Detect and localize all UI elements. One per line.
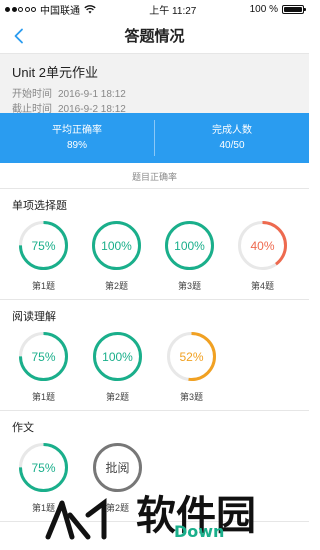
accuracy-value: 75% [31, 238, 56, 253]
end-time-value: 2016-9-2 18:12 [58, 104, 126, 115]
section-title: 阅读理解 [12, 311, 56, 323]
accuracy-value: 100% [102, 349, 133, 364]
accuracy-ring: 75% [17, 330, 70, 383]
accuracy-ring: 52% [165, 330, 218, 383]
nav-bar: 答题情况 [0, 18, 309, 54]
start-time-label: 开始时间 [12, 89, 52, 100]
assignment-info: Unit 2单元作业 开始时间 2016-9-1 18:12 截止时间 2016-9… [0, 54, 309, 115]
accuracy-ring: 40% [236, 219, 289, 272]
watermark: 软件园 Down [45, 493, 256, 541]
question-section: 阅读理解 75% 第1题 100% 第2题 52% 第3题 [0, 300, 309, 411]
accuracy-ring: 100% [91, 330, 144, 383]
carrier-text: 中国联通 [40, 5, 80, 17]
question-list: 75% 第1题 100% 第2题 100% 第3题 40% 第4题 [0, 219, 309, 292]
question-label: 第2题 [105, 392, 129, 402]
accuracy-value: 40% [250, 238, 275, 253]
completion-count-label: 完成人数 [212, 125, 252, 136]
page-title: 答题情况 [124, 28, 185, 45]
question-label: 第1题 [31, 392, 55, 402]
completion-count: 完成人数 40/50 [155, 123, 309, 153]
assignment-title: Unit 2单元作业 [12, 65, 98, 80]
status-left: 中国联通 [5, 2, 96, 17]
wifi-icon [84, 4, 96, 13]
question-item[interactable]: 40% 第4题 [236, 219, 309, 292]
watermark-sub: Down [174, 522, 224, 541]
average-accuracy-label: 平均正确率 [52, 125, 102, 136]
question-item[interactable]: 100% 第2题 [90, 219, 163, 292]
accuracy-ring: 100% [90, 219, 143, 272]
accuracy-ring: 100% [163, 219, 216, 272]
battery-icon [281, 4, 306, 14]
accuracy-value: 75% [31, 349, 56, 364]
status-bar: 中国联通 上午 11:27 100 % [0, 0, 309, 18]
average-accuracy: 平均正确率 89% [0, 123, 154, 153]
question-item[interactable]: 52% 第3题 [165, 330, 239, 403]
question-item[interactable]: 75% 第1题 [17, 330, 91, 403]
signal-icon [5, 6, 36, 12]
start-time-value: 2016-9-1 18:12 [58, 89, 126, 100]
question-list: 75% 第1题 100% 第2题 52% 第3题 [0, 330, 309, 403]
chevron-left-icon [14, 28, 23, 44]
start-time-row: 开始时间 2016-9-1 18:12 [12, 87, 297, 102]
question-sections: 单项选择题 75% 第1题 100% 第2题 100% 第3题 40% 第4题阅读理解 75% 第1… [0, 189, 309, 522]
question-label: 第2题 [104, 281, 128, 291]
completion-count-value: 40/50 [219, 140, 245, 151]
battery-text: 100 % [249, 3, 278, 15]
accuracy-value: 100% [174, 238, 205, 253]
summary-bar: 平均正确率 89% 完成人数 40/50 [0, 113, 309, 163]
end-time-label: 截止时间 [12, 104, 52, 115]
clock-text: 上午 11:27 [149, 5, 197, 17]
question-label: 第4题 [250, 281, 274, 291]
section-title: 作文 [12, 422, 34, 434]
back-button[interactable] [8, 26, 28, 46]
question-item[interactable]: 100% 第3题 [163, 219, 236, 292]
question-section: 单项选择题 75% 第1题 100% 第2题 100% 第3题 40% 第4题 [0, 189, 309, 300]
question-label: 第3题 [177, 281, 201, 291]
status-right: 100 % [249, 3, 306, 15]
average-accuracy-value: 89% [66, 140, 87, 151]
question-label: 第3题 [179, 392, 203, 402]
question-item[interactable]: 75% 第1题 [17, 219, 90, 292]
question-accuracy-hint: 题目正确率 [0, 163, 309, 189]
accuracy-ring: 75% [17, 219, 70, 272]
question-item[interactable]: 100% 第2题 [91, 330, 165, 403]
section-title: 单项选择题 [12, 200, 67, 212]
question-label: 第1题 [31, 281, 55, 291]
accuracy-value: 100% [101, 238, 132, 253]
accuracy-value: 52% [179, 349, 204, 364]
